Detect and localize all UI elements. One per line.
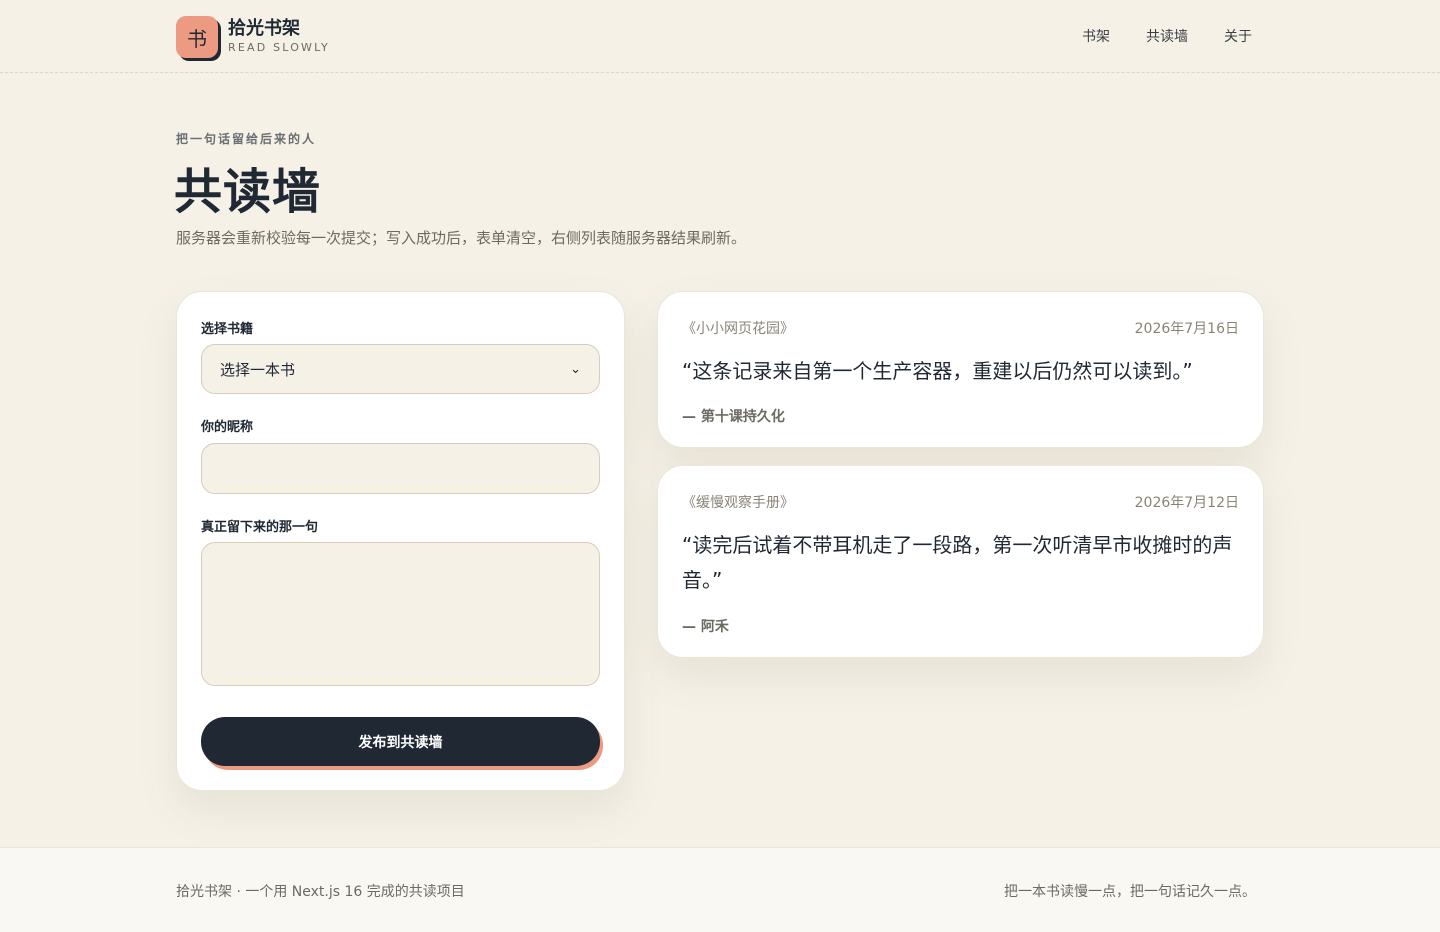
- logo-book-icon[interactable]: 书: [176, 16, 218, 58]
- brand-subtitle: READ SLOWLY: [228, 41, 330, 54]
- note-card: 《缓慢观察手册》 2026年7月12日 “读完后试着不带耳机走了一段路，第一次听…: [657, 465, 1264, 658]
- book-select-value: 选择一本书: [220, 360, 296, 379]
- note-book-title: 《缓慢观察手册》: [682, 495, 794, 511]
- note-card: 《小小网页花园》 2026年7月16日 “这条记录来自第一个生产容器，重建以后仍…: [657, 291, 1264, 448]
- footer-credit: 拾光书架 · 一个用 Next.js 16 完成的共读项目: [176, 884, 465, 900]
- sentence-label: 真正留下来的那一句: [201, 520, 319, 535]
- nav-link-about[interactable]: 关于: [1224, 26, 1252, 46]
- note-quote: “读完后试着不带耳机走了一段路，第一次听清早市收摊时的声音。”: [682, 533, 1233, 592]
- site-header: 书 拾光书架 READ SLOWLY 书架 共读墙 关于: [0, 0, 1440, 73]
- main-nav: 书架 共读墙 关于: [1082, 26, 1252, 46]
- sentence-textarea[interactable]: [201, 542, 600, 686]
- publish-button[interactable]: 发布到共读墙: [201, 717, 600, 766]
- page-description: 服务器会重新校验每一次提交；写入成功后，表单清空，右侧列表随服务器结果刷新。: [176, 229, 747, 247]
- note-book-title: 《小小网页花园》: [682, 321, 794, 337]
- book-select[interactable]: 选择一本书 ⌄: [201, 344, 600, 394]
- nav-link-bookshelf[interactable]: 书架: [1082, 26, 1110, 46]
- page-eyebrow: 把一句话留给后来的人: [176, 132, 317, 146]
- footer-tagline: 把一本书读慢一点，把一句话记久一点。: [1004, 884, 1256, 900]
- post-form-card: 选择书籍 选择一本书 ⌄ 你的昵称 真正留下来的那一句 发布到共读墙: [176, 291, 625, 791]
- chevron-down-icon: ⌄: [570, 361, 581, 377]
- site-footer: 拾光书架 · 一个用 Next.js 16 完成的共读项目 把一本书读慢一点，把…: [0, 847, 1440, 932]
- note-date: 2026年7月12日: [1134, 495, 1239, 511]
- brand-title[interactable]: 拾光书架: [228, 14, 300, 40]
- note-author: — 第十课持久化: [682, 409, 785, 425]
- note-date: 2026年7月16日: [1134, 321, 1239, 337]
- nickname-input[interactable]: [201, 443, 600, 494]
- note-author: — 阿禾: [682, 619, 729, 635]
- book-select-label: 选择书籍: [201, 322, 254, 337]
- nickname-label: 你的昵称: [201, 420, 254, 435]
- page-title: 共读墙: [174, 164, 322, 220]
- note-quote: “这条记录来自第一个生产容器，重建以后仍然可以读到。”: [682, 359, 1193, 383]
- nav-link-reading-wall[interactable]: 共读墙: [1146, 26, 1188, 46]
